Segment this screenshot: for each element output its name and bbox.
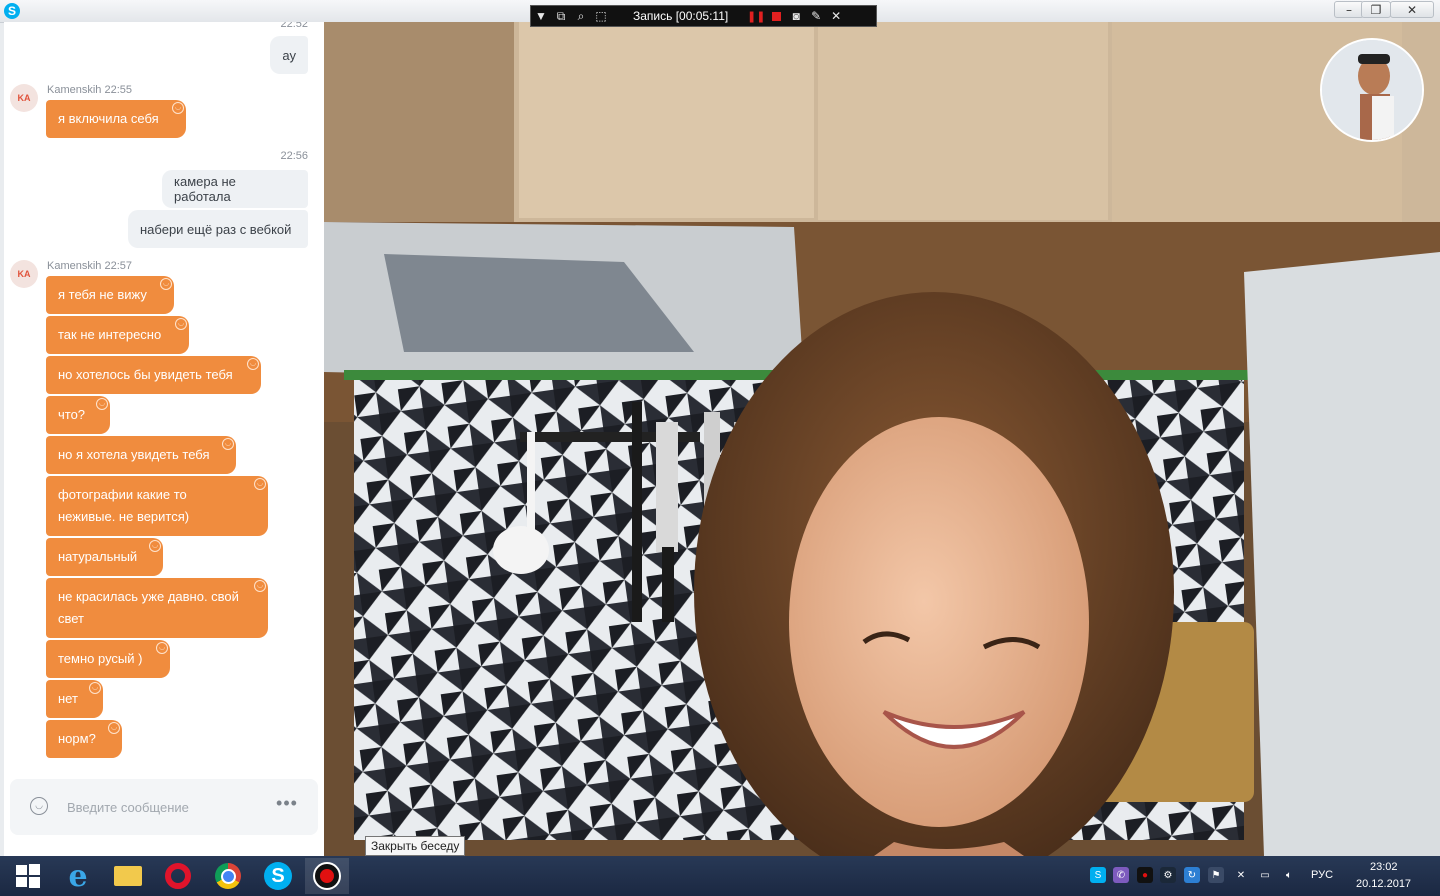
maximize-button[interactable]: ❐	[1361, 1, 1391, 18]
chat-pane: 22:52 ау KA Kamenskih 22:55 я включила с…	[4, 22, 324, 856]
taskbar: e S S ✆ ● ⚙ ↻ ⚑ ✕ ▭ 🔈︎ РУС 23:02 20.12.2…	[0, 856, 1440, 896]
outgoing-message[interactable]: набери ещё раз с вебкой	[128, 210, 308, 248]
sender-name-time: Kamenskih 22:57	[47, 260, 132, 272]
message-composer: ◡ •••	[10, 779, 318, 835]
add-reaction-icon[interactable]: ◡	[108, 722, 120, 734]
incoming-message[interactable]: не красилась уже давно. свой свет ◡	[46, 578, 268, 638]
avatar[interactable]: KA	[10, 84, 38, 112]
region-select-icon[interactable]: ⬚	[591, 6, 611, 26]
viber-tray-icon[interactable]: ✆	[1113, 867, 1129, 883]
close-conversation-tooltip: Закрыть беседу	[365, 836, 466, 856]
incoming-message[interactable]: так не интересно ◡	[46, 316, 189, 354]
incoming-message[interactable]: нет ◡	[46, 680, 103, 718]
remote-video-image	[324, 22, 1440, 856]
avatar[interactable]: KA	[10, 260, 38, 288]
outgoing-message[interactable]: камера не работала	[162, 170, 308, 208]
incoming-message[interactable]: темно русый ) ◡	[46, 640, 170, 678]
message-time: 22:52	[280, 22, 308, 30]
network-warning-tray-icon[interactable]: ⚑	[1208, 867, 1224, 883]
windows-start-icon[interactable]	[6, 858, 50, 894]
message-input[interactable]	[65, 795, 259, 819]
video-feed[interactable]	[324, 22, 1440, 856]
more-options-icon[interactable]: •••	[272, 794, 302, 817]
chrome-icon[interactable]	[206, 858, 250, 894]
add-reaction-icon[interactable]: ◡	[254, 478, 266, 490]
close-tray-icon[interactable]: ✕	[1233, 867, 1249, 883]
opera-icon[interactable]	[156, 858, 200, 894]
close-recorder-icon[interactable]: ✕	[826, 6, 846, 26]
recorder-tray-icon[interactable]: ●	[1137, 867, 1153, 883]
emoji-icon[interactable]: ◡	[30, 797, 48, 815]
draw-pen-icon[interactable]: ✎	[806, 6, 826, 26]
add-reaction-icon[interactable]: ◡	[160, 278, 172, 290]
network-tray-icon[interactable]: ▭	[1257, 867, 1273, 883]
skype-tray-icon[interactable]: S	[1090, 867, 1106, 883]
clock-time[interactable]: 23:02	[1370, 861, 1398, 873]
recording-status: Запись [00:05:11]	[633, 9, 729, 23]
zoom-icon[interactable]: ⌕	[571, 6, 591, 26]
volume-tray-icon[interactable]: 🔈︎	[1281, 867, 1297, 883]
message-time: 22:56	[280, 150, 308, 162]
incoming-message[interactable]: натуральный ◡	[46, 538, 163, 576]
clock-date[interactable]: 20.12.2017	[1356, 878, 1411, 890]
self-video-preview[interactable]	[1320, 38, 1424, 142]
outgoing-message[interactable]: ау	[270, 36, 308, 74]
incoming-message[interactable]: норм? ◡	[46, 720, 122, 758]
incoming-message[interactable]: но я хотела увидеть тебя ◡	[46, 436, 236, 474]
incoming-message[interactable]: фотографии какие то неживые. не верится)…	[46, 476, 268, 536]
add-reaction-icon[interactable]: ◡	[96, 398, 108, 410]
add-reaction-icon[interactable]: ◡	[247, 358, 259, 370]
window-mode-icon[interactable]: ⧉	[551, 6, 571, 26]
incoming-message[interactable]: но хотелось бы увидеть тебя ◡	[46, 356, 261, 394]
camera-snapshot-icon[interactable]: ◙	[786, 6, 806, 26]
add-reaction-icon[interactable]: ◡	[172, 102, 184, 114]
minimize-button[interactable]: –	[1334, 1, 1364, 18]
sender-name-time: Kamenskih 22:55	[47, 84, 132, 96]
pause-recording-icon[interactable]: ❚❚	[746, 6, 766, 26]
skype-taskbar-icon[interactable]: S	[256, 858, 300, 894]
steam-tray-icon[interactable]: ⚙	[1160, 867, 1176, 883]
screen-recorder-toolbar: ▼ ⧉ ⌕ ⬚ Запись [00:05:11] ❚❚ ◙ ✎ ✕	[530, 5, 877, 27]
internet-explorer-icon[interactable]: e	[56, 858, 100, 894]
skype-logo-icon: S	[4, 3, 20, 19]
add-reaction-icon[interactable]: ◡	[175, 318, 187, 330]
file-explorer-icon[interactable]	[106, 858, 150, 894]
stop-recording-icon[interactable]	[766, 6, 786, 26]
close-window-button[interactable]: ✕	[1390, 1, 1434, 18]
add-reaction-icon[interactable]: ◡	[254, 580, 266, 592]
incoming-message[interactable]: я тебя не вижу ◡	[46, 276, 174, 314]
self-video-image	[1322, 40, 1422, 140]
incoming-message[interactable]: я включила себя ◡	[46, 100, 186, 138]
incoming-message[interactable]: что? ◡	[46, 396, 110, 434]
menu-dropdown-icon[interactable]: ▼	[531, 6, 551, 26]
update-tray-icon[interactable]: ↻	[1184, 867, 1200, 883]
language-indicator[interactable]: РУС	[1311, 869, 1333, 881]
add-reaction-icon[interactable]: ◡	[149, 540, 161, 552]
add-reaction-icon[interactable]: ◡	[222, 438, 234, 450]
add-reaction-icon[interactable]: ◡	[89, 682, 101, 694]
recorder-taskbar-icon[interactable]	[305, 858, 349, 894]
skype-window: S – ❐ ✕ 22:52 ау KA Kamenskih 22:55 я вк…	[0, 0, 1440, 856]
add-reaction-icon[interactable]: ◡	[156, 642, 168, 654]
